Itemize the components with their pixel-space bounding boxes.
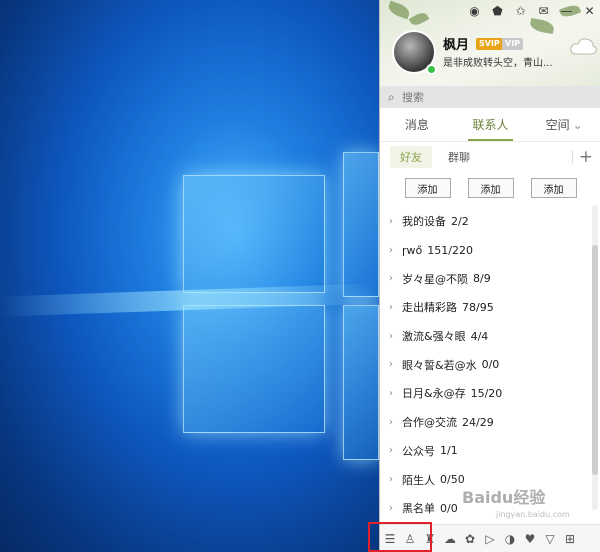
window-pane [343, 152, 379, 297]
group-count: 8/9 [473, 272, 491, 286]
group-name: 公众号 [402, 444, 435, 458]
watermark-url: jingyan.baidu.com [496, 510, 570, 519]
contact-group-list: › 我的设备 2/2 › ɼwő 151/220 › 岁々星@不陨 8/9 › 走出精彩路 78… [380, 207, 590, 523]
chevron-right-icon: › [389, 502, 393, 514]
group-name: 走出精彩路 [402, 301, 457, 315]
leaf-decoration [408, 10, 430, 28]
skin-icon[interactable]: ◉ [463, 0, 486, 22]
qq-panel: ◉ ⬟ ✩ ✉ — ✕ 枫月 SVIP VIP 是非成败转头空，青山... ⌕ … [379, 0, 600, 552]
chevron-right-icon: › [389, 244, 393, 256]
group-count: 0/50 [440, 473, 465, 487]
app-4-icon[interactable]: ▷ [480, 525, 500, 552]
app-3-icon[interactable]: ✿ [460, 525, 480, 552]
window-pane [343, 305, 379, 460]
nickname[interactable]: 枫月 [443, 34, 469, 53]
tab-contacts[interactable]: 联系人 [454, 108, 528, 141]
group-count: 0/0 [440, 501, 458, 515]
app-2-icon[interactable]: ☁ [440, 525, 460, 552]
group-name: 眼々誓&若@水 [402, 358, 477, 372]
svip-badge[interactable]: SVIP [476, 38, 503, 50]
tab-groups[interactable]: 群聊 [438, 146, 480, 168]
group-count: 151/220 [427, 243, 473, 257]
group-count: 2/2 [451, 214, 469, 228]
chevron-right-icon: › [389, 445, 393, 457]
contact-group[interactable]: › 我的设备 2/2 [380, 207, 590, 236]
contact-group[interactable]: › 走出精彩路 78/95 [380, 293, 590, 322]
add-button[interactable]: 添加 [404, 178, 451, 198]
app-6-icon[interactable]: ♥ [520, 525, 540, 552]
title-bar-icons: ◉ ⬟ ✩ ✉ — ✕ [463, 0, 600, 22]
chevron-right-icon: › [389, 387, 393, 399]
signature[interactable]: 是非成败转头空，青山... [443, 54, 563, 69]
contact-group[interactable]: › 眼々誓&若@水 0/0 [380, 350, 590, 379]
scrollbar-thumb[interactable] [592, 245, 598, 475]
contact-group[interactable]: › 激流&强々眼 4/4 [380, 322, 590, 351]
chevron-right-icon: › [389, 273, 393, 285]
group-count: 0/0 [481, 358, 500, 372]
chevron-right-icon: › [389, 215, 393, 227]
add-buttons-row: 添加 添加 添加 [380, 178, 600, 202]
group-name: 我的设备 [402, 215, 446, 229]
group-name: 陌生人 [402, 473, 435, 487]
grid-icon[interactable]: ⊞ [560, 525, 580, 552]
plus-icon[interactable]: + [579, 147, 593, 167]
group-name: 黑名单 [402, 502, 435, 516]
tab-zone-label: 空间 [545, 118, 570, 132]
group-name: 岁々星@不陨 [402, 272, 468, 286]
profile-header: ◉ ⬟ ✩ ✉ — ✕ 枫月 SVIP VIP 是非成败转头空，青山... [380, 0, 600, 86]
contact-group[interactable]: › ɼwő 151/220 [380, 236, 590, 265]
group-count: 1/1 [440, 444, 458, 458]
divider [572, 150, 573, 164]
chevron-right-icon: › [389, 416, 393, 428]
highlight-box [368, 522, 432, 552]
window-pane [183, 305, 325, 433]
contact-group[interactable]: › 日月&永@存 15/20 [380, 379, 590, 408]
tab-friends[interactable]: 好友 [390, 146, 432, 168]
tab-messages[interactable]: 消息 [380, 108, 454, 141]
main-tabs: 消息 联系人 空间 ⌄ [380, 108, 600, 142]
desktop-wallpaper [0, 0, 379, 552]
group-count: 24/29 [462, 415, 494, 429]
app-5-icon[interactable]: ◑ [500, 525, 520, 552]
chevron-right-icon: › [389, 359, 393, 371]
watermark: Baidu经验 [462, 488, 546, 507]
add-button[interactable]: 添加 [530, 178, 577, 198]
weather-cloud-icon[interactable] [569, 36, 597, 56]
window-pane [183, 175, 325, 293]
group-name: 日月&永@存 [402, 387, 466, 401]
search-bar[interactable]: ⌕ 搜索 [380, 86, 600, 108]
search-icon: ⌕ [388, 89, 395, 104]
sub-tabs: 好友 群聊 + [380, 142, 600, 172]
contact-group[interactable]: › 公众号 1/1 [380, 437, 590, 466]
close-icon[interactable]: ✕ [578, 0, 600, 22]
chevron-right-icon: › [389, 330, 393, 342]
chevron-right-icon: › [389, 301, 393, 313]
online-status-icon[interactable] [426, 64, 437, 75]
group-count: 15/20 [470, 386, 503, 400]
scrollbar[interactable] [592, 205, 598, 510]
add-button[interactable]: 添加 [467, 178, 514, 198]
mail-icon[interactable]: ✉ [532, 0, 555, 22]
group-name: 激流&强々眼 [402, 330, 466, 344]
group-count: 4/4 [470, 329, 489, 343]
group-name: ɼwő [402, 243, 423, 257]
shirt-icon[interactable]: ⬟ [486, 0, 509, 22]
chevron-right-icon: › [389, 474, 393, 486]
search-placeholder: 搜索 [402, 91, 424, 104]
star-icon[interactable]: ✩ [509, 0, 532, 22]
contact-group[interactable]: › 合作@交流 24/29 [380, 408, 590, 437]
group-count: 78/95 [462, 300, 494, 314]
leaf-decoration [386, 0, 412, 20]
app-7-icon[interactable]: ▽ [540, 525, 560, 552]
chevron-down-icon: ⌄ [572, 117, 583, 132]
tab-zone[interactable]: 空间 ⌄ [527, 108, 600, 141]
vip-badge[interactable]: VIP [502, 38, 524, 50]
group-name: 合作@交流 [402, 416, 457, 430]
minimize-icon[interactable]: — [555, 0, 578, 22]
contact-group[interactable]: › 岁々星@不陨 8/9 [380, 264, 590, 293]
